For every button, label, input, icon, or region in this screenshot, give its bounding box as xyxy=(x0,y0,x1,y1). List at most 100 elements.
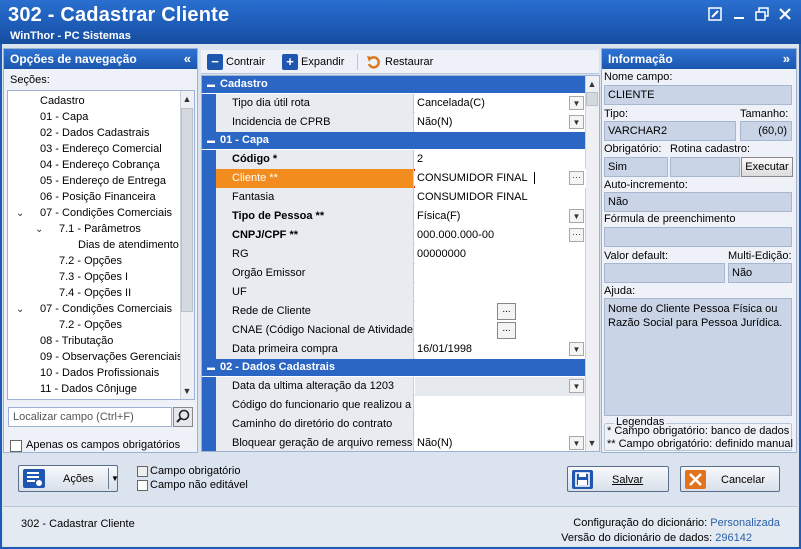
restore-defaults-button[interactable]: Restaurar xyxy=(366,53,433,71)
scroll-down-icon[interactable]: ▼ xyxy=(181,385,193,397)
tree-item[interactable]: ⌄ 7.1 - Parâmetros xyxy=(35,221,141,237)
dropdown-arrow-icon[interactable]: ▼ xyxy=(569,436,584,450)
grid-row[interactable]: Fantasia CONSUMIDOR FINAL xyxy=(202,188,586,207)
grid-row-value[interactable]: ... xyxy=(415,302,586,321)
grid-row[interactable]: CNAE (Código Nacional de Atividade E... xyxy=(202,321,586,340)
tree-item[interactable]: 7.3 - Opções I xyxy=(35,269,128,285)
grid-row[interactable]: Código do funcionario que realizou a ( xyxy=(202,396,586,415)
expand-button[interactable]: + Expandir xyxy=(282,53,344,71)
search-icon[interactable] xyxy=(173,407,193,427)
grid-row[interactable]: Tipo de Pessoa ** Física(F) ▼ xyxy=(202,207,586,226)
tree-item[interactable]: ⌄ 07 - Condições Comerciais xyxy=(16,301,172,317)
grid-row[interactable]: CNPJ/CPF ** 000.000.000-00 ··· xyxy=(202,226,586,245)
grid-row-value[interactable] xyxy=(415,396,586,415)
grid-scroll-thumb[interactable] xyxy=(586,92,598,106)
grid-row[interactable]: Rede de Cliente... xyxy=(202,302,586,321)
tree-item[interactable]: 02 - Dados Cadastrais xyxy=(16,125,149,141)
grid-row[interactable]: Bloquear geração de arquivo remessa Não(N… xyxy=(202,434,586,451)
information-pane: Informação » Nome campo: CLIENTE Tipo: T… xyxy=(601,48,797,453)
grid-row[interactable]: Código * 2 xyxy=(202,150,586,169)
dropdown-arrow-icon[interactable]: ▼ xyxy=(569,379,584,393)
grid-section-header[interactable]: ▬ 01 - Capa xyxy=(202,132,586,149)
tree-item[interactable]: 03 - Endereço Comercial xyxy=(16,141,162,157)
save-button[interactable]: Salvar xyxy=(567,466,669,492)
tree-item[interactable]: Cadastro xyxy=(16,93,85,109)
grid-row[interactable]: RG 00000000 xyxy=(202,245,586,264)
grid-row-value[interactable]: 000.000.000-00 ··· xyxy=(415,226,586,245)
sections-tree[interactable]: Cadastro 01 - Capa 02 - Dados Cadastrais 03… xyxy=(7,90,195,400)
tree-item[interactable]: 09 - Observações Gerenciais xyxy=(16,349,182,365)
grid-scrollbar[interactable]: ▲ ▼ xyxy=(585,76,599,451)
grid-row[interactable]: Orgão Emissor xyxy=(202,264,586,283)
tree-item[interactable]: 7.2 - Opções xyxy=(35,253,122,269)
grid-row-value[interactable] xyxy=(415,415,586,434)
scroll-down-icon[interactable]: ▼ xyxy=(586,437,598,449)
tree-item[interactable]: 7.4 - Opções II xyxy=(35,285,131,301)
execute-button[interactable]: Executar xyxy=(741,157,793,177)
dropdown-arrow-icon[interactable]: ▼ xyxy=(569,96,584,110)
grid-row-value[interactable]: Não(N) ▼ xyxy=(415,434,586,451)
minimize-icon[interactable] xyxy=(731,7,747,23)
expand-toggle-icon[interactable]: ⌄ xyxy=(35,222,45,238)
grid-row[interactable]: Data da ultima alteração da 1203 ▼ xyxy=(202,377,586,396)
search-field-input[interactable]: Localizar campo (Ctrl+F) xyxy=(8,407,172,427)
grid-row[interactable]: UF xyxy=(202,283,586,302)
grid-row-value[interactable]: Física(F) ▼ xyxy=(415,207,586,226)
grid-row-value[interactable]: 2 xyxy=(415,150,586,169)
grid-row-value[interactable]: Cancelada(C) ▼ xyxy=(415,94,586,113)
collapse-section-icon[interactable]: ▬ xyxy=(207,76,215,93)
dropdown-arrow-icon[interactable]: ▼ xyxy=(569,342,584,356)
tree-item[interactable]: 7.2 - Opções xyxy=(35,317,122,333)
collapse-section-icon[interactable]: ▬ xyxy=(207,132,215,149)
tree-item[interactable]: 04 - Endereço Cobrança xyxy=(16,157,160,173)
cancel-button[interactable]: Cancelar xyxy=(680,466,780,492)
only-required-checkbox[interactable] xyxy=(10,440,22,452)
edit-icon[interactable] xyxy=(707,7,723,23)
expand-toggle-icon[interactable]: ⌄ xyxy=(16,302,26,318)
grid-section-header[interactable]: ▬ Cadastro xyxy=(202,76,586,93)
tree-item[interactable]: 10 - Dados Profissionais xyxy=(16,365,159,381)
grid-row[interactable]: Tipo dia útil rota Cancelada(C) ▼ xyxy=(202,94,586,113)
grid-row-value[interactable]: CONSUMIDOR FINAL ··· xyxy=(415,169,586,188)
grid-row-value[interactable] xyxy=(415,283,586,302)
grid-row[interactable]: Caminho do diretório do contrato xyxy=(202,415,586,434)
expand-toggle-icon[interactable]: ⌄ xyxy=(16,206,26,222)
ellipsis-button[interactable]: ··· xyxy=(569,171,584,185)
actions-button[interactable]: Ações ▼ xyxy=(18,465,119,492)
tree-scroll-thumb[interactable] xyxy=(181,108,193,312)
scroll-up-icon[interactable]: ▲ xyxy=(586,78,598,90)
tree-item[interactable]: Dias de atendimento xyxy=(54,237,179,253)
tree-item[interactable]: ⌄ 07 - Condições Comerciais xyxy=(16,205,172,221)
grid-row-value[interactable]: ▼ xyxy=(415,377,586,396)
grid-row[interactable]: Incidencia de CPRB Não(N) ▼ xyxy=(202,113,586,132)
close-icon[interactable] xyxy=(777,7,793,23)
expand-chevron-icon[interactable]: » xyxy=(783,49,790,69)
type-value: VARCHAR2 xyxy=(604,121,736,141)
grid-row-value[interactable]: ... xyxy=(415,321,586,340)
grid-row-value[interactable]: CONSUMIDOR FINAL xyxy=(415,188,586,207)
grid-section-header[interactable]: ▬ 02 - Dados Cadastrais xyxy=(202,359,586,376)
dropdown-arrow-icon[interactable]: ▼ xyxy=(569,115,584,129)
tree-item[interactable]: 11 - Dados Cônjuge xyxy=(16,381,137,397)
tree-item[interactable]: 08 - Tributação xyxy=(16,333,113,349)
grid-row[interactable]: Data primeira compra 16/01/1998 ▼ xyxy=(202,340,586,359)
restore-icon[interactable] xyxy=(754,7,770,23)
lookup-button[interactable]: ... xyxy=(497,303,516,320)
grid-row-value[interactable] xyxy=(415,264,586,283)
tree-item[interactable]: 05 - Endereço de Entrega xyxy=(16,173,166,189)
grid-row-value[interactable]: 16/01/1998 ▼ xyxy=(415,340,586,359)
collapse-button[interactable]: − Contrair xyxy=(207,53,265,71)
property-grid[interactable]: ▬ Cadastro Tipo dia útil rota Cancelada(C) ▼… xyxy=(201,75,600,452)
grid-row[interactable]: Cliente ** CONSUMIDOR FINAL ··· xyxy=(202,169,586,188)
tree-item[interactable]: 01 - Capa xyxy=(16,109,88,125)
grid-row-value[interactable]: 00000000 xyxy=(415,245,586,264)
tree-item[interactable]: 06 - Posição Financeira xyxy=(16,189,156,205)
grid-row-value[interactable]: Não(N) ▼ xyxy=(415,113,586,132)
lookup-button[interactable]: ... xyxy=(497,322,516,339)
collapse-chevron-icon[interactable]: « xyxy=(184,49,191,69)
collapse-section-icon[interactable]: ▬ xyxy=(207,359,215,376)
ellipsis-button[interactable]: ··· xyxy=(569,228,584,242)
actions-dropdown-icon[interactable]: ▼ xyxy=(111,474,119,483)
scroll-up-icon[interactable]: ▲ xyxy=(181,93,193,105)
dropdown-arrow-icon[interactable]: ▼ xyxy=(569,209,584,223)
